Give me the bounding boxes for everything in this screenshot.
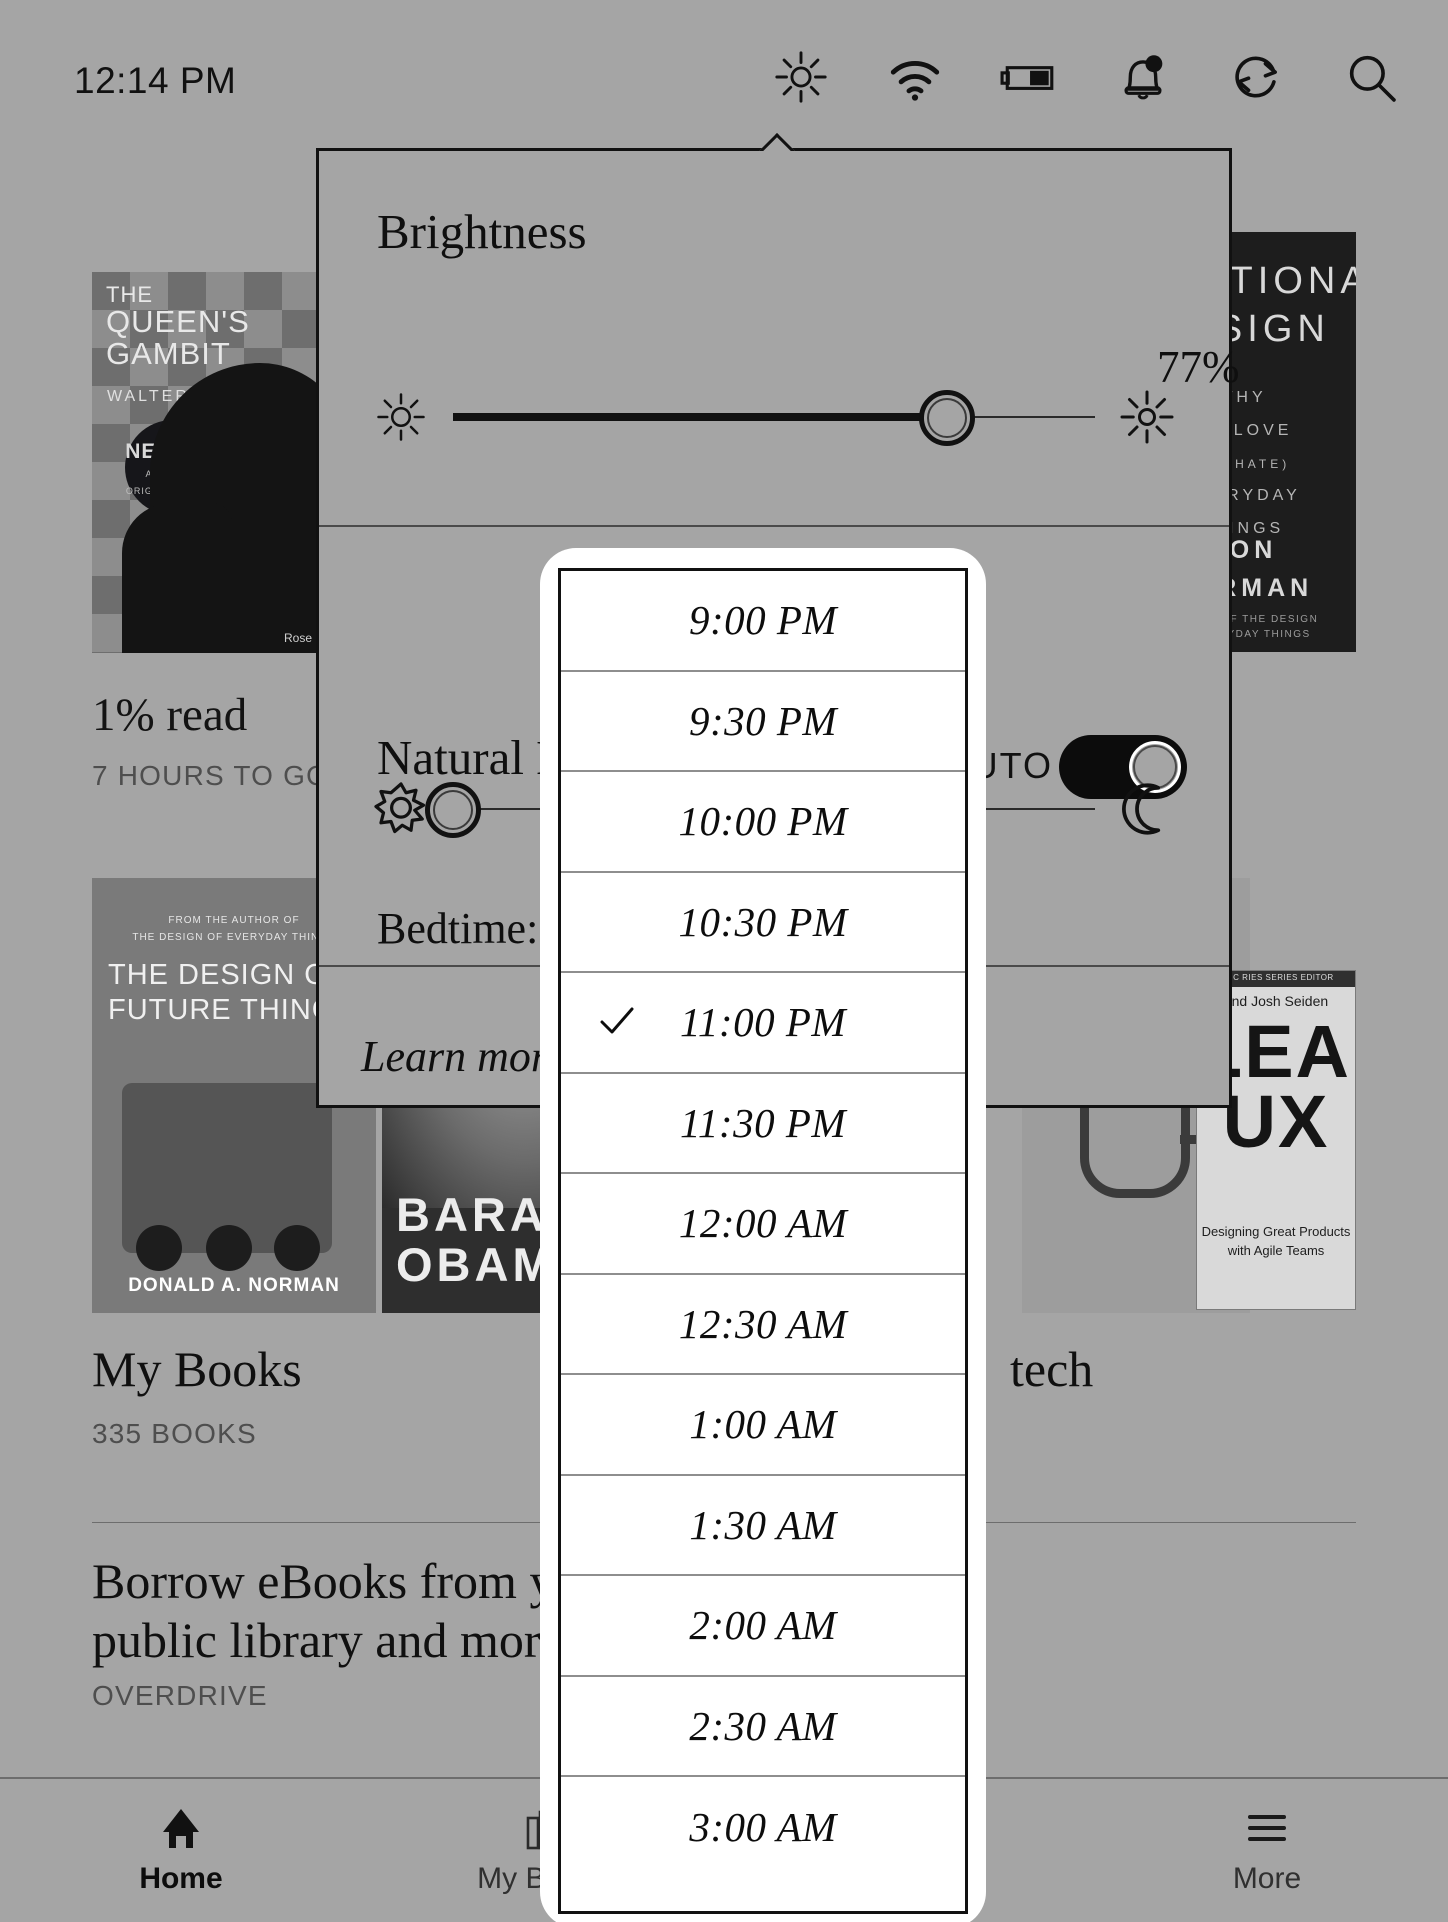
cover-header1: FROM THE AUTHOR OF xyxy=(168,915,300,926)
bedtime-option-label: 9:00 PM xyxy=(688,597,838,644)
panel-divider-1 xyxy=(319,525,1229,527)
bedtime-option-label: 10:30 PM xyxy=(678,898,848,945)
reading-progress: 1% read xyxy=(92,689,248,741)
panel-heading-brightness: Brightness xyxy=(377,204,587,259)
brightness-high-icon[interactable] xyxy=(1117,387,1177,447)
cover-title-line3: GAMBIT xyxy=(106,336,231,372)
bedtime-dropdown: 9:00 PM 9:30 PM 10:00 PM 10:30 PM 11:00 PM 11… xyxy=(540,548,986,1922)
status-bar: 12:14 PM xyxy=(0,0,1448,140)
bedtime-option[interactable]: 2:00 AM xyxy=(561,1576,965,1677)
cover-title-line1: THE xyxy=(106,282,153,307)
bedtime-option[interactable]: 12:00 AM xyxy=(561,1174,965,1275)
knob-inner xyxy=(433,790,473,830)
section-title-my-books[interactable]: My Books xyxy=(92,1340,302,1398)
brightness-slider-knob[interactable] xyxy=(919,390,976,446)
home-icon xyxy=(163,1808,199,1848)
cover-title2: UX xyxy=(1222,1080,1330,1164)
bedtime-option-label: 12:30 AM xyxy=(678,1300,848,1347)
nav-label-home: Home xyxy=(139,1861,223,1895)
section-subtitle-overdrive: OVERDRIVE xyxy=(92,1680,268,1711)
bedtime-option[interactable]: 1:00 AM xyxy=(561,1375,965,1476)
wheel-icon xyxy=(136,1225,182,1271)
bedtime-option-label: 11:30 PM xyxy=(679,1099,847,1146)
wifi-icon[interactable] xyxy=(886,48,944,106)
learn-more-link[interactable]: Learn more xyxy=(361,1031,566,1082)
bedtime-option[interactable]: 11:30 PM xyxy=(561,1073,965,1174)
notification-bell-icon[interactable] xyxy=(1114,48,1172,106)
bedtime-option[interactable]: 1:30 AM xyxy=(561,1475,965,1576)
cover-title1: THE DESIGN OF xyxy=(108,959,347,991)
bedtime-option[interactable]: 9:30 PM xyxy=(561,671,965,772)
section-subtitle-my-books: 335 BOOKS xyxy=(92,1418,257,1449)
book-cover-queens-gambit[interactable]: THE QUEEN'S GAMBIT WALTER TEVIS NETFLIX … xyxy=(92,272,320,653)
natural-light-slider-knob[interactable] xyxy=(425,782,481,838)
panel-caret xyxy=(755,129,799,151)
nav-item-more[interactable]: More xyxy=(1086,1779,1448,1922)
check-icon xyxy=(600,1007,634,1034)
bedtime-label: Bedtime: xyxy=(377,904,539,953)
bedtime-option[interactable]: 10:30 PM xyxy=(561,872,965,973)
brightness-low-icon[interactable] xyxy=(371,387,431,447)
bedtime-option[interactable]: 9:00 PM xyxy=(561,571,965,672)
nav-item-home[interactable]: Home xyxy=(0,1779,362,1922)
cover-hand xyxy=(122,503,232,653)
cover-credit: Rose xyxy=(283,631,312,645)
cover-title-line2: QUEEN'S xyxy=(106,304,250,340)
wheel-icon xyxy=(274,1225,320,1271)
cover-author: DONALD A. NORMAN xyxy=(128,1275,340,1296)
cover-header2: THE DESIGN OF EVERYDAY THINGS xyxy=(132,932,336,943)
bedtime-option-label: 3:00 AM xyxy=(689,1804,837,1851)
cover-sub1: Designing Great Products xyxy=(1201,1224,1351,1240)
overdrive-line2: public library xyxy=(92,1612,363,1668)
cover-title: THE QUEEN'S GAMBIT xyxy=(106,282,250,372)
bedtime-option-label: 12:00 AM xyxy=(678,1200,848,1247)
bedtime-option[interactable]: 11:00 PM xyxy=(561,973,965,1074)
bedtime-option-label: 11:00 PM xyxy=(679,999,847,1046)
bedtime-option-label: 10:00 PM xyxy=(678,798,848,845)
status-icon-group xyxy=(772,48,1400,106)
bedtime-option[interactable]: 3:00 AM xyxy=(561,1777,965,1878)
hamburger-icon xyxy=(1248,1814,1286,1841)
cover-sub2: with Agile Teams xyxy=(1227,1243,1325,1259)
wheel-icon xyxy=(206,1225,252,1271)
search-icon[interactable] xyxy=(1342,48,1400,106)
sun-icon[interactable] xyxy=(371,779,431,839)
section-title-tech[interactable]: tech xyxy=(1010,1340,1093,1398)
status-time: 12:14 PM xyxy=(74,60,237,101)
brightness-slider-row xyxy=(319,379,1229,449)
battery-icon[interactable] xyxy=(1000,48,1058,106)
cover-illustration xyxy=(122,1083,332,1271)
bedtime-option-label: 1:00 AM xyxy=(689,1401,837,1448)
brightness-icon[interactable] xyxy=(772,48,830,106)
ereader-screen: THE QUEEN'S GAMBIT WALTER TEVIS NETFLIX … xyxy=(0,0,1448,1922)
knob-inner xyxy=(927,398,968,438)
bedtime-option[interactable]: 10:00 PM xyxy=(561,772,965,873)
bedtime-option-label: 2:00 AM xyxy=(689,1602,837,1649)
overdrive-tail2: and more xyxy=(375,1612,563,1668)
bedtime-option-label: 9:30 PM xyxy=(688,697,838,744)
cover-subtitle: Designing Great Products with Agile Team… xyxy=(1197,1223,1355,1261)
bedtime-option[interactable]: 12:30 AM xyxy=(561,1274,965,1375)
sync-icon[interactable] xyxy=(1228,48,1286,106)
brightness-slider-track[interactable] xyxy=(453,390,1095,446)
bedtime-option[interactable]: 2:30 AM xyxy=(561,1676,965,1777)
bedtime-option-label: 1:30 AM xyxy=(689,1501,837,1548)
nav-label-more: More xyxy=(1232,1861,1302,1895)
reading-time-left: 7 HOURS TO GO xyxy=(92,760,330,791)
brightness-slider-fill xyxy=(453,413,948,421)
moon-icon[interactable] xyxy=(1117,779,1177,839)
bedtime-option-label: 2:30 AM xyxy=(689,1702,837,1749)
bedtime-dropdown-list[interactable]: 9:00 PM 9:30 PM 10:00 PM 10:30 PM 11:00 PM 11… xyxy=(558,568,968,1914)
